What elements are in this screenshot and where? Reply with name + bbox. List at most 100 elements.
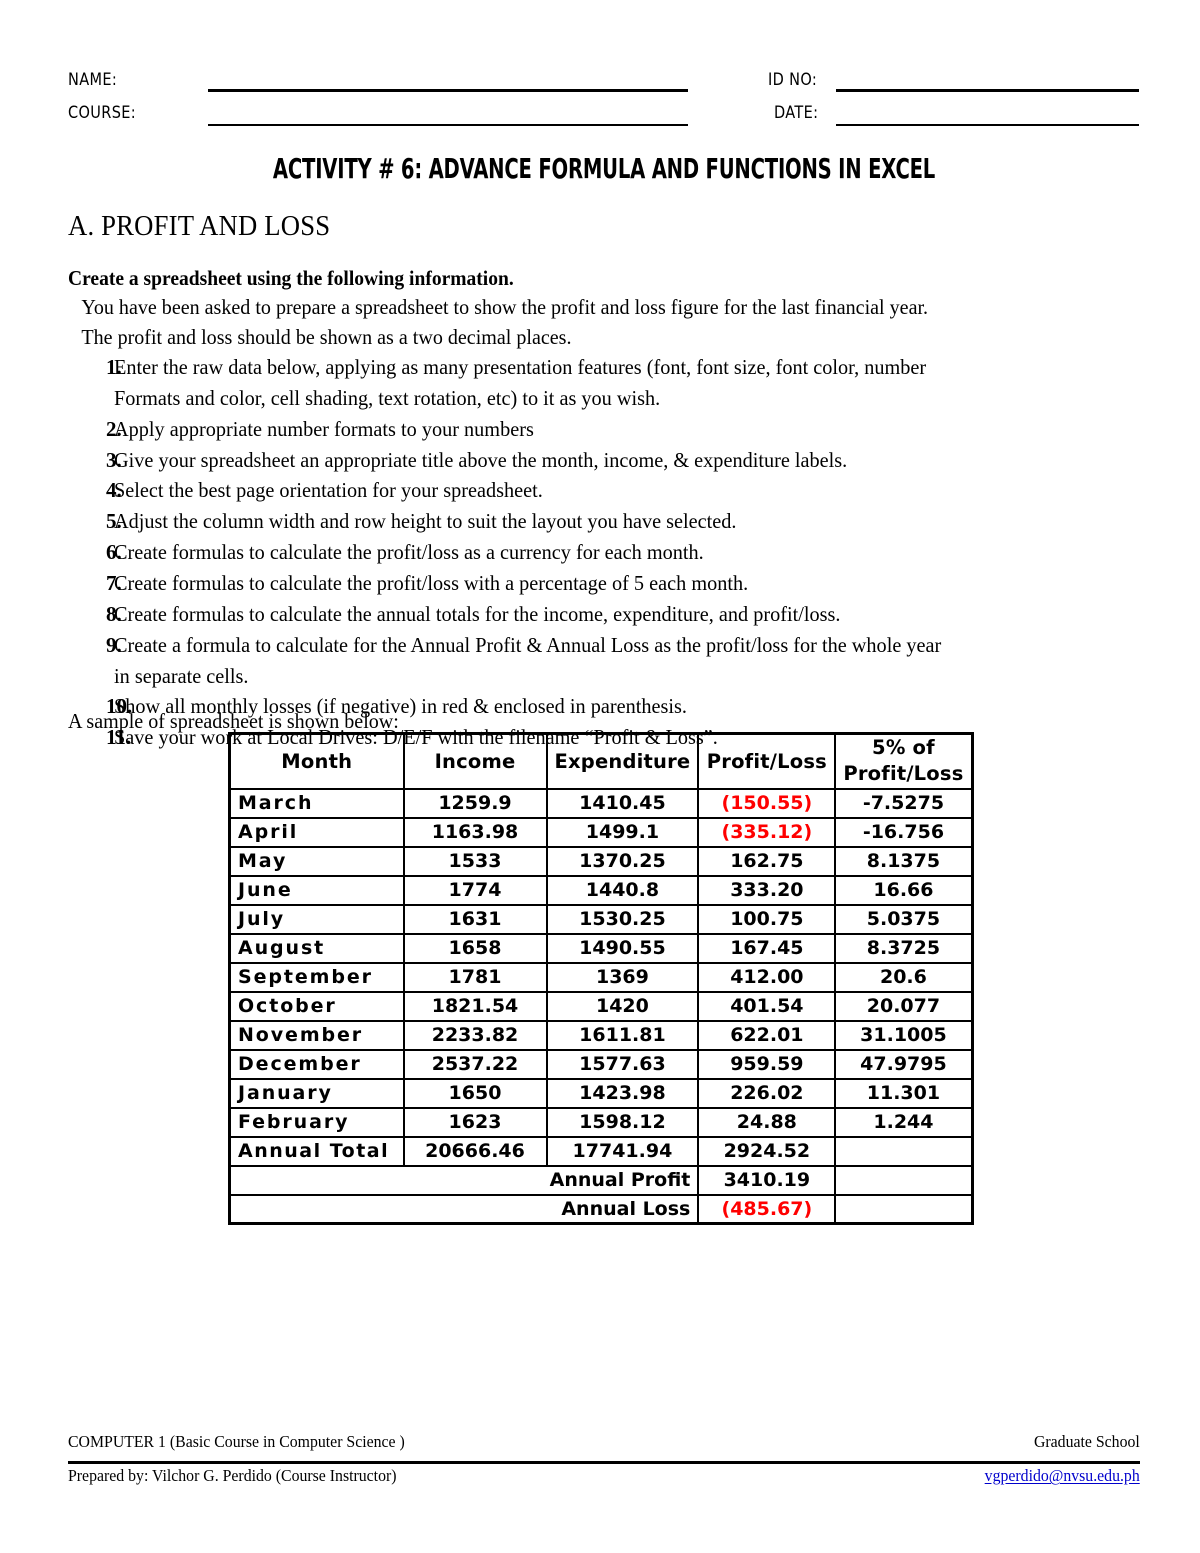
table-row: April 1163.98 1499.1 (335.12) -16.756 <box>228 816 974 848</box>
cell-month: November <box>228 1019 405 1051</box>
list-item-text: Select the best page orientation for you… <box>114 478 543 503</box>
course-date-row: COURSE: DATE: <box>68 95 1140 127</box>
list-item: 7. Create formulas to calculate the prof… <box>68 568 1140 599</box>
list-item-text: Create formulas to calculate the annual … <box>114 601 841 626</box>
column-header-income: Income <box>402 732 548 790</box>
list-item: 4. Select the best page orientation for … <box>68 475 1140 506</box>
footer-bottom-row: Prepared by: Vilchor G. Perdido (Course … <box>68 1466 1140 1494</box>
column-header-profit-loss: Profit/Loss <box>697 732 837 790</box>
footer-top-row: COMPUTER 1 (Basic Course in Computer Sci… <box>68 1432 1140 1460</box>
page-footer: COMPUTER 1 (Basic Course in Computer Sci… <box>68 1432 1140 1485</box>
cell-profit-loss: 226.02 <box>697 1077 837 1109</box>
cell-profit-loss: 100.75 <box>697 903 837 935</box>
intro-line-2: The profit and loss should be shown as a… <box>81 324 572 349</box>
cell-expenditure: 1369 <box>545 961 700 993</box>
cell-annual-total-profit-loss: 2924.52 <box>697 1135 837 1167</box>
cell-expenditure: 1420 <box>545 990 700 1022</box>
identification-block: NAME: ID NO: COURSE: DATE: <box>68 62 1140 138</box>
column-header-expenditure: Expenditure <box>545 732 700 790</box>
cell-month: January <box>228 1077 405 1109</box>
table-row: December 2537.22 1577.63 959.59 47.9795 <box>228 1048 974 1080</box>
cell-pct-profit-loss: 11.301 <box>834 1077 974 1109</box>
cell-month: September <box>228 961 405 993</box>
table-row: November 2233.82 1611.81 622.01 31.1005 <box>228 1019 974 1051</box>
cell-pct-profit-loss: 20.6 <box>834 961 974 993</box>
cell-expenditure: 1499.1 <box>545 816 700 848</box>
footer-prepared-by: Prepared by: Vilchor G. Perdido (Course … <box>68 1466 397 1485</box>
cell-month: March <box>228 787 405 819</box>
cell-profit-loss: 622.01 <box>697 1019 837 1051</box>
cell-profit-loss: 24.88 <box>697 1106 837 1138</box>
cell-income: 1781 <box>402 961 548 993</box>
column-header-pct-profit-loss: 5% of Profit/Loss <box>834 732 974 790</box>
sample-caption: A sample of spreadsheet is shown below: <box>68 709 399 733</box>
id-no-fill-line[interactable] <box>836 89 1139 92</box>
cell-annual-loss-pct <box>834 1193 974 1225</box>
intro-block: Create a spreadsheet using the following… <box>68 265 1140 352</box>
cell-annual-total-pct <box>834 1135 974 1167</box>
name-fill-line[interactable] <box>208 89 688 92</box>
cell-annual-total-expenditure: 17741.94 <box>545 1135 700 1167</box>
table-row: March 1259.9 1410.45 (150.55) -7.5275 <box>228 787 974 819</box>
cell-income: 1774 <box>402 874 548 906</box>
table-row: September 1781 1369 412.00 20.6 <box>228 961 974 993</box>
course-fill-line[interactable] <box>208 124 688 126</box>
cell-month: May <box>228 845 405 877</box>
activity-title: ACTIVITY # 6: ADVANCE FORMULA AND FUNCTI… <box>272 152 936 185</box>
list-item-number: 9. <box>106 632 122 657</box>
date-label: DATE: <box>774 102 819 122</box>
cell-profit-loss: 959.59 <box>697 1048 837 1080</box>
cell-month: December <box>228 1048 405 1080</box>
cell-pct-profit-loss: -7.5275 <box>834 787 974 819</box>
list-item: 1. Enter the raw data below, applying as… <box>68 352 1140 414</box>
table-row-annual-loss: Annual Loss (485.67) <box>228 1193 974 1225</box>
id-no-label: ID NO: <box>768 69 818 89</box>
table-row: August 1658 1490.55 167.45 8.3725 <box>228 932 974 964</box>
list-item: 2. Apply appropriate number formats to y… <box>68 414 1140 445</box>
cell-annual-profit-pct <box>834 1164 974 1196</box>
cell-annual-profit-value: 3410.19 <box>697 1164 837 1196</box>
cell-expenditure: 1410.45 <box>545 787 700 819</box>
list-item-number: 4. <box>106 478 122 503</box>
date-fill-line[interactable] <box>836 124 1139 126</box>
cell-pct-profit-loss: 20.077 <box>834 990 974 1022</box>
footer-course-code: COMPUTER 1 (Basic Course in Computer Sci… <box>68 1432 405 1451</box>
course-label: COURSE: <box>68 102 137 122</box>
cell-expenditure: 1423.98 <box>545 1077 700 1109</box>
cell-profit-loss: (335.12) <box>697 816 837 848</box>
cell-income: 1650 <box>402 1077 548 1109</box>
table-header-row: Month Income Expenditure Profit/Loss 5% … <box>228 732 974 790</box>
list-item-text: Apply appropriate number formats to your… <box>114 416 534 441</box>
spreadsheet-sample: Month Income Expenditure Profit/Loss 5% … <box>228 732 974 1226</box>
cell-income: 1259.9 <box>402 787 548 819</box>
cell-pct-profit-loss: 31.1005 <box>834 1019 974 1051</box>
document-page: NAME: ID NO: COURSE: DATE: ACTIVITY # 6:… <box>68 0 1140 1553</box>
cell-income: 1631 <box>402 903 548 935</box>
cell-pct-profit-loss: 5.0375 <box>834 903 974 935</box>
cell-annual-loss-value: (485.67) <box>697 1193 837 1225</box>
list-item-text: Create a formula to calculate for the An… <box>114 632 942 688</box>
cell-pct-profit-loss: 8.1375 <box>834 845 974 877</box>
cell-pct-profit-loss: 47.9795 <box>834 1048 974 1080</box>
table-row: January 1650 1423.98 226.02 11.301 <box>228 1077 974 1109</box>
cell-annual-total-label: Annual Total <box>228 1135 405 1167</box>
cell-month: July <box>228 903 405 935</box>
column-header-month: Month <box>228 732 405 790</box>
cell-pct-profit-loss: 8.3725 <box>834 932 974 964</box>
cell-income: 2233.82 <box>402 1019 548 1051</box>
section-heading: A. PROFIT AND LOSS <box>68 210 331 242</box>
cell-pct-profit-loss: 1.244 <box>834 1106 974 1138</box>
footer-email-link[interactable]: vgperdido@nvsu.edu.ph <box>985 1466 1140 1486</box>
list-item-number: 8. <box>106 601 122 626</box>
cell-expenditure: 1440.8 <box>545 874 700 906</box>
cell-month: June <box>228 874 405 906</box>
cell-expenditure: 1490.55 <box>545 932 700 964</box>
cell-income: 1658 <box>402 932 548 964</box>
list-item-text: Create formulas to calculate the profit/… <box>114 571 749 596</box>
cell-profit-loss: 162.75 <box>697 845 837 877</box>
cell-income: 1623 <box>402 1106 548 1138</box>
cell-expenditure: 1370.25 <box>545 845 700 877</box>
list-item: 3. Give your spreadsheet an appropriate … <box>68 445 1140 476</box>
cell-income: 2537.22 <box>402 1048 548 1080</box>
list-item-number: 3. <box>106 447 122 472</box>
